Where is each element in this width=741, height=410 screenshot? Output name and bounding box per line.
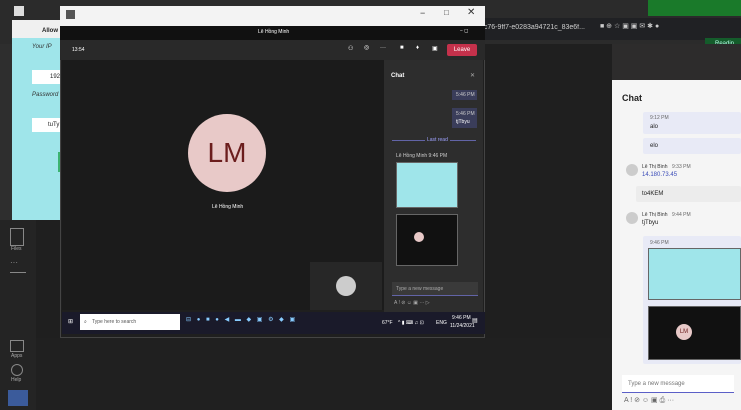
files-label: Files xyxy=(11,246,22,252)
clock-date: 11/24/2021 xyxy=(450,323,475,329)
browser-logo-icon xyxy=(14,6,24,16)
message-text: to4KEM xyxy=(642,191,664,197)
apps-icon[interactable] xyxy=(10,340,24,352)
screenshot-image[interactable] xyxy=(648,306,741,360)
participant-name: Lê Hồng Minh xyxy=(212,204,244,210)
message-time: 5:46 PM xyxy=(456,92,475,98)
leave-button[interactable]: Leave xyxy=(447,44,477,56)
taskbar-search-placeholder: Type here to search xyxy=(92,319,137,325)
help-label: Help xyxy=(11,377,22,383)
message-time: 9:44 PM xyxy=(672,212,691,218)
meeting-chat-title: Chat xyxy=(391,73,405,79)
your-ip-label: Your IP xyxy=(32,44,52,50)
search-icon: ⌕ xyxy=(84,319,87,325)
meeting-chat-placeholder: Type a new message xyxy=(396,286,444,292)
meeting-app-icon xyxy=(66,10,75,19)
tray-icons[interactable]: ^ ▮ ⌨ ♫ ⊡ xyxy=(398,320,424,326)
more-icon[interactable]: ··· xyxy=(380,45,386,51)
message-text: 14.180.73.45 xyxy=(642,172,678,178)
meeting-chat-tools[interactable]: A ! ⊘ ☺ ▣ ··· ▷ xyxy=(394,300,430,306)
message-text: tjTbyu xyxy=(642,220,659,226)
browser-tab-green[interactable] xyxy=(648,0,741,16)
language-indicator: ENG xyxy=(436,320,447,326)
message-time: 9:33 PM xyxy=(672,164,691,170)
meeting-toolbar xyxy=(60,40,485,60)
avatar xyxy=(414,232,424,242)
screenshot-image[interactable] xyxy=(396,162,458,208)
meeting-title: Lê Hồng Minh xyxy=(258,29,290,35)
maximize-button[interactable]: □ xyxy=(444,8,449,17)
share-icon[interactable]: ▣ xyxy=(432,45,438,52)
windows-start-icon[interactable]: ⊞ xyxy=(68,318,73,325)
message-input-placeholder: Type a new message xyxy=(628,381,685,387)
close-button[interactable]: ✕ xyxy=(467,7,475,18)
message-time: 9:46 PM xyxy=(650,240,669,246)
chat-icon[interactable]: ◎ xyxy=(364,44,369,51)
message-time: 9:12 PM xyxy=(650,115,669,121)
avatar xyxy=(626,212,638,224)
chat-close-icon[interactable]: ✕ xyxy=(470,72,475,79)
apps-label: Apps xyxy=(11,353,23,359)
chat-title: Chat xyxy=(622,93,642,103)
extensions-icons[interactable]: ■ ⊕ ☆ ▣ ▣ ✉ ✱ ● xyxy=(600,22,734,34)
more-dots-icon[interactable]: ··· xyxy=(10,258,18,267)
divider xyxy=(10,272,26,273)
clock-time: 9:46 PM xyxy=(452,315,471,321)
self-avatar xyxy=(336,276,356,296)
message-sender: Lê Thị Bình xyxy=(642,164,668,170)
password-label: Password xyxy=(32,92,59,98)
last-read-label: Last read xyxy=(425,137,450,143)
download-icon[interactable] xyxy=(8,390,28,406)
compose-toolbar-icons[interactable]: A ! ⊘ ☺ ▣ ⎙ ··· xyxy=(624,396,674,405)
teams-right-header xyxy=(612,44,741,80)
files-icon[interactable] xyxy=(10,228,24,246)
message-text: alo xyxy=(650,124,659,130)
notification-icon[interactable]: ▤ xyxy=(472,317,478,324)
help-icon[interactable] xyxy=(11,364,23,376)
screenshot-image[interactable] xyxy=(648,248,741,300)
weather-temp: 67°F xyxy=(382,320,393,326)
message-time: 5:46 PM xyxy=(456,111,475,117)
avatar xyxy=(626,164,638,176)
avatar: LM xyxy=(676,324,692,340)
window-controls-inner[interactable]: − ◻ xyxy=(460,28,468,34)
outer-background xyxy=(36,338,612,410)
ip-value: 192 xyxy=(50,74,61,80)
minimize-button[interactable]: − xyxy=(420,8,425,18)
message-sender: Lê Thị Bình xyxy=(642,212,668,218)
taskbar-app-icons[interactable]: ⊟ ● ■ ● ◀ ▬ ◆ ▣ ⚙ ◆ ▣ xyxy=(186,316,297,323)
mic-icon[interactable]: ♦ xyxy=(416,45,419,51)
message-text: tjTbyu xyxy=(456,119,470,125)
message-text: elo xyxy=(650,143,659,149)
meeting-timer: 13:54 xyxy=(72,47,85,53)
participants-icon[interactable]: ⚇ xyxy=(348,45,353,52)
screenshot-image[interactable] xyxy=(396,214,458,266)
camera-icon[interactable]: ■ xyxy=(400,45,404,51)
message-sender: Lê Hồng Minh 9:46 PM xyxy=(396,153,448,159)
address-text: 4c76-9ff7-e0283a94721c_83e6f... xyxy=(480,24,585,31)
participant-avatar: LM xyxy=(188,114,266,192)
password-value: tuTy xyxy=(48,122,60,128)
